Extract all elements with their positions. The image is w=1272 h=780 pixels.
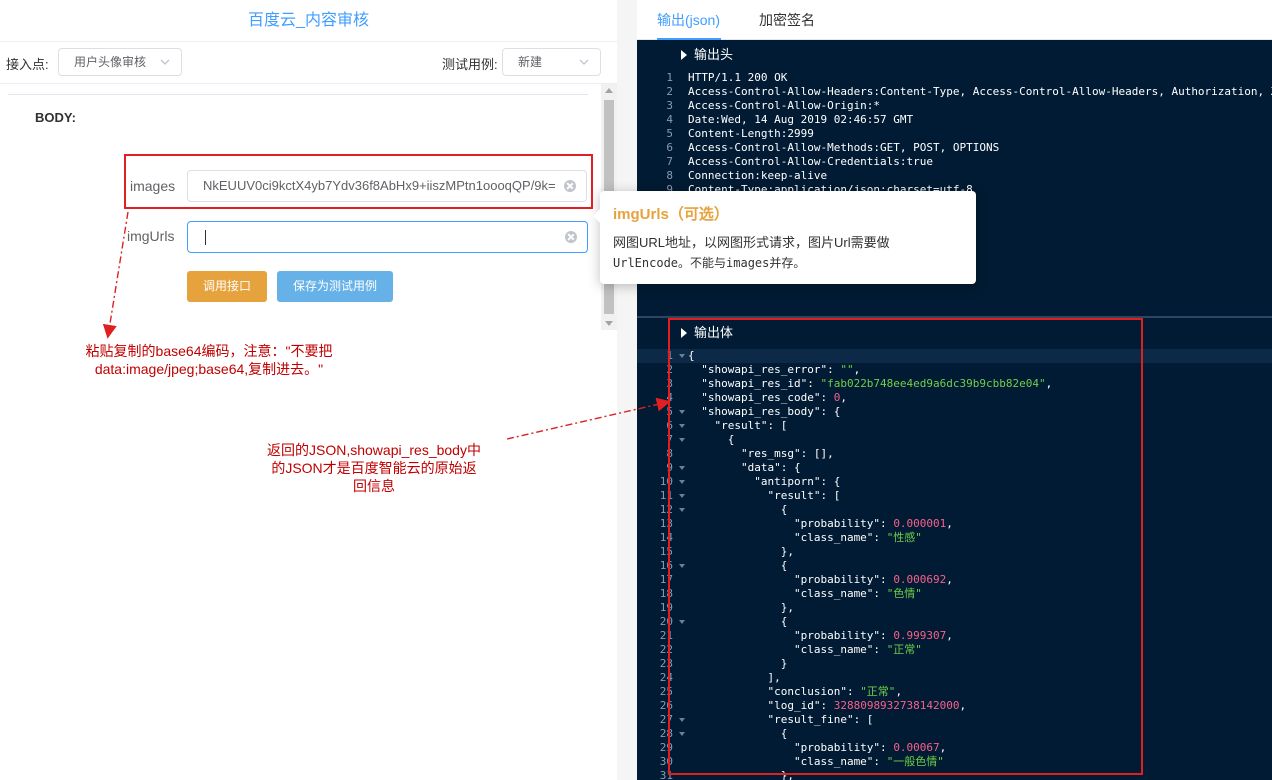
- code-text: Connection:keep-alive: [688, 169, 828, 182]
- clear-icon[interactable]: [565, 231, 577, 243]
- entry-row: 接入点: 用户头像审核 测试用例: 新建: [0, 42, 617, 84]
- call-api-button[interactable]: 调用接口: [187, 271, 267, 302]
- tooltip-body: 网图URL地址，以网图形式请求，图片Url需要做 UrlEncode。不能与im…: [613, 233, 963, 273]
- caret-right-icon: [681, 50, 687, 60]
- code-text: Access-Control-Allow-Origin:*: [688, 99, 881, 112]
- code-line: 1 HTTP/1.1 200 OK: [637, 71, 1272, 85]
- text-caret: [205, 230, 206, 245]
- highlight-box-images: [124, 154, 593, 209]
- line-number: 7: [666, 155, 673, 168]
- annotation-line: 的JSON才是百度智能云的原始返: [271, 460, 477, 476]
- output-header-section[interactable]: 输出头: [637, 40, 1272, 70]
- code-text: Access-Control-Allow-Headers:Content-Typ…: [688, 85, 1272, 98]
- annotation-base64-note: 粘贴复制的base64编码，注意："不要把 data:image/jpeg;ba…: [50, 342, 368, 378]
- annotation-line: 回信息: [353, 478, 395, 494]
- line-number: 6: [666, 141, 673, 154]
- annotation-line: data:image/jpeg;base64,复制进去。": [94, 361, 324, 377]
- annotation-line: 返回的JSON,showapi_res_body中: [267, 442, 481, 458]
- code-line: 3 Access-Control-Allow-Origin:*: [637, 99, 1272, 113]
- line-number: 1: [666, 71, 673, 84]
- tab-sign[interactable]: 加密签名: [759, 0, 815, 40]
- code-text: Date:Wed, 14 Aug 2019 02:46:57 GMT: [688, 113, 914, 126]
- request-panel: 百度云_内容审核 接入点: 用户头像审核 测试用例: 新建 BODY: imag…: [0, 0, 617, 780]
- code-line: 9 Content-Type:application/json;charset=u…: [637, 183, 1272, 191]
- tooltip-arrow: [593, 209, 600, 223]
- line-number: 5: [666, 127, 673, 140]
- page-title: 百度云_内容审核: [0, 0, 617, 42]
- save-test-case-button[interactable]: 保存为测试用例: [277, 271, 393, 302]
- code-line: 8 Connection:keep-alive: [637, 169, 1272, 183]
- panel-splitter[interactable]: [617, 0, 637, 780]
- tooltip-line: UrlEncode。不能与images并存。: [613, 256, 806, 270]
- entry-label: 接入点:: [6, 57, 49, 72]
- test-case-label: 测试用例:: [442, 57, 498, 72]
- line-number: 9: [666, 183, 673, 191]
- entry-select[interactable]: 用户头像审核: [58, 48, 182, 76]
- test-case-select[interactable]: 新建: [502, 48, 601, 76]
- scroll-up-icon[interactable]: [605, 88, 613, 93]
- code-text: Access-Control-Allow-Methods:GET, POST, …: [688, 141, 1000, 154]
- code-text: Content-Length:2999: [688, 127, 814, 140]
- highlight-box-body: [668, 318, 1143, 775]
- body-label: BODY:: [35, 110, 76, 125]
- divider: [8, 94, 588, 95]
- code-line: 4 Date:Wed, 14 Aug 2019 02:46:57 GMT: [637, 113, 1272, 127]
- code-line: 2 Access-Control-Allow-Headers:Content-Ty…: [637, 85, 1272, 99]
- code-text: HTTP/1.1 200 OK: [688, 71, 788, 84]
- output-header-title: 输出头: [694, 47, 734, 62]
- annotation-json-note: 返回的JSON,showapi_res_body中 的JSON才是百度智能云的原…: [245, 441, 503, 495]
- tab-output-json[interactable]: 输出(json): [657, 0, 720, 40]
- test-case-select-value: 新建: [518, 55, 543, 69]
- code-text: Access-Control-Allow-Credentials:true: [688, 155, 934, 168]
- app-root: 百度云_内容审核 接入点: 用户头像审核 测试用例: 新建 BODY: imag…: [0, 0, 1272, 780]
- imgurls-tooltip: imgUrls（可选） 网图URL地址，以网图形式请求，图片Url需要做 Url…: [593, 191, 976, 284]
- code-text: Content-Type:application/json;charset=ut…: [688, 183, 973, 191]
- annotation-line: 粘贴复制的base64编码，注意："不要把: [85, 343, 333, 359]
- output-tabs: 输出(json) 加密签名: [637, 0, 1272, 40]
- code-line: 5 Content-Length:2999: [637, 127, 1272, 141]
- entry-select-value: 用户头像审核: [74, 55, 147, 69]
- line-number: 3: [666, 99, 673, 112]
- line-number: 2: [666, 85, 673, 98]
- scroll-down-icon[interactable]: [605, 321, 613, 326]
- line-number: 8: [666, 169, 673, 182]
- code-line: 6 Access-Control-Allow-Methods:GET, POST,…: [637, 141, 1272, 155]
- chevron-down-icon: [579, 59, 589, 65]
- tooltip-title: imgUrls（可选）: [613, 206, 729, 223]
- imgurls-input[interactable]: [187, 221, 588, 253]
- code-line: 7 Access-Control-Allow-Credentials:true: [637, 155, 1272, 169]
- chevron-down-icon: [160, 59, 170, 65]
- tooltip-line: 网图URL地址，以网图形式请求，图片Url需要做: [613, 235, 890, 250]
- header-code-editor[interactable]: 1 HTTP/1.1 200 OK 2 Access-Control-Allow-He…: [637, 71, 1272, 191]
- line-number: 4: [666, 113, 673, 126]
- imgurls-label: imgUrls: [127, 228, 175, 244]
